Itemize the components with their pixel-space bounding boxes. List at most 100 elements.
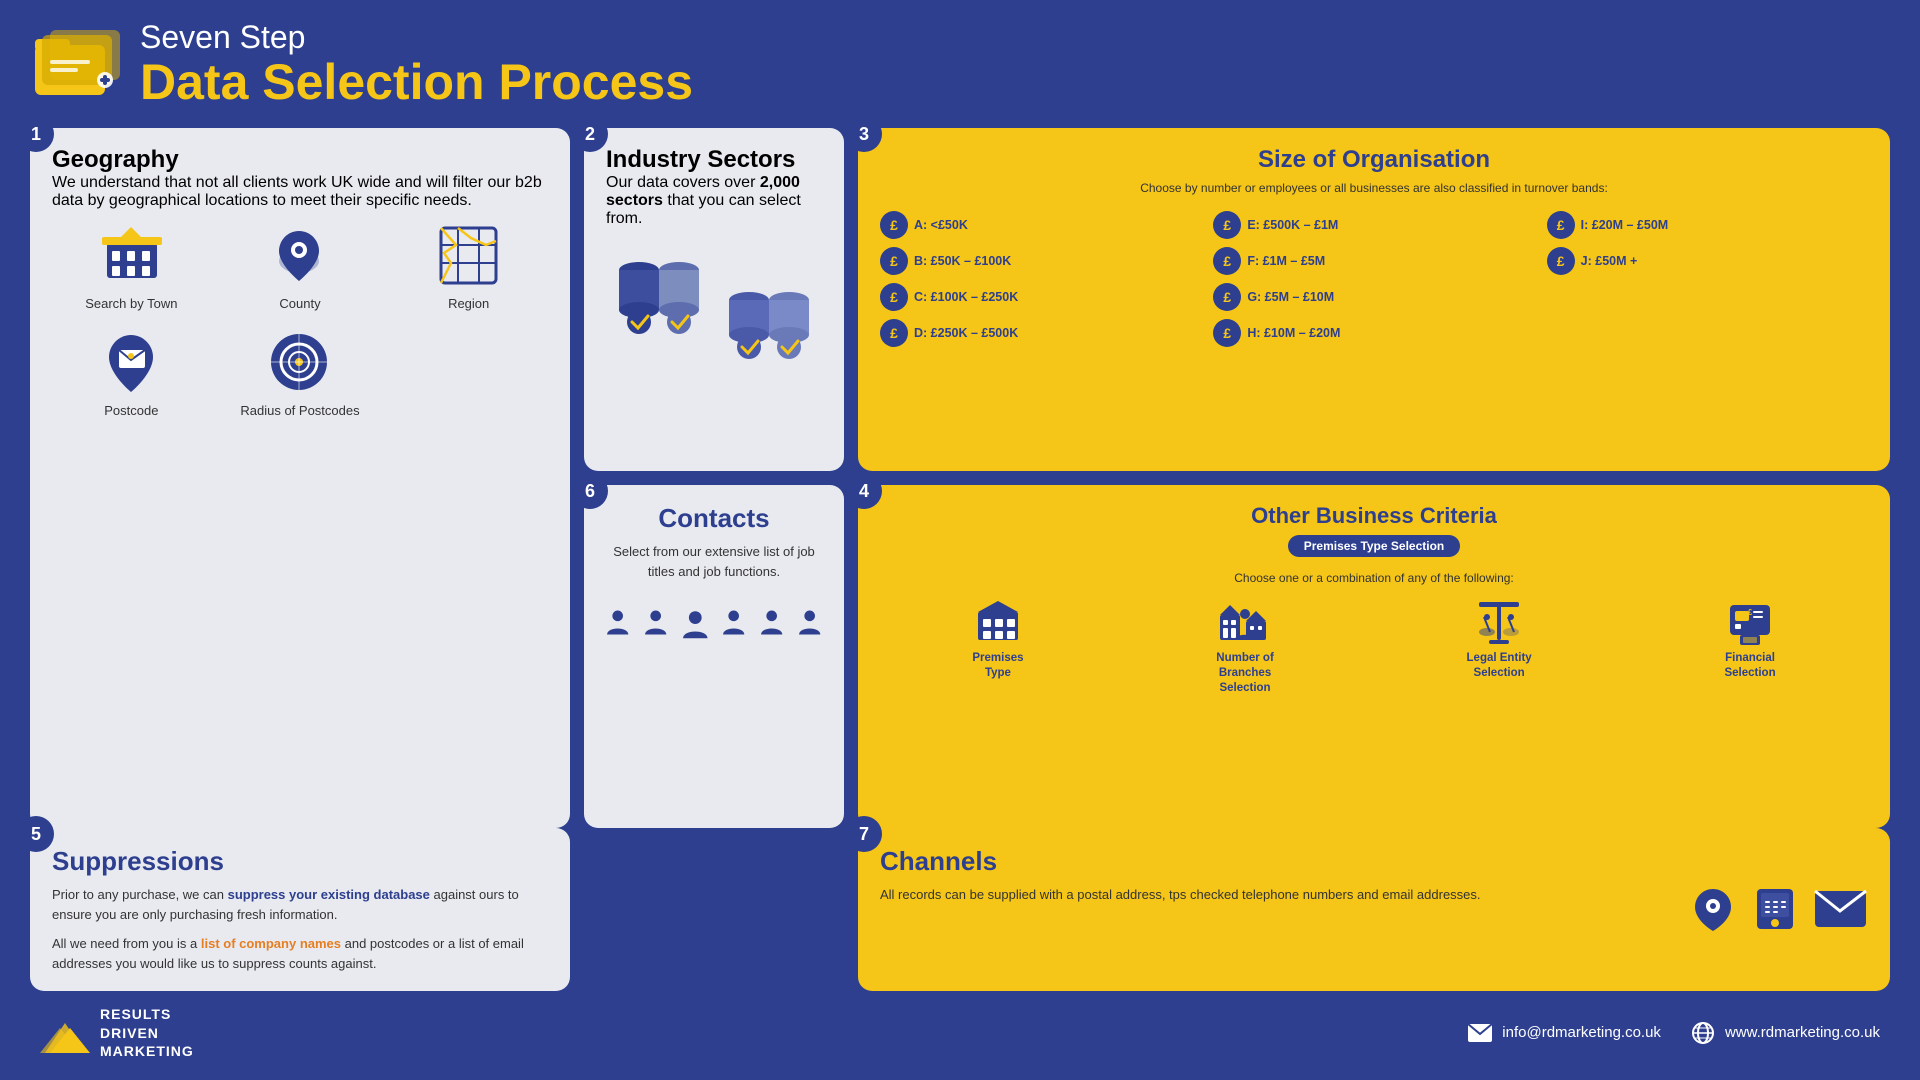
step2-title: Industry Sectors [606,146,822,174]
empty-cell [1547,283,1868,311]
radius-icon [265,327,335,397]
step5-highlight1: suppress your existing database [228,887,430,902]
criteria-premises-label: PremisesType [972,651,1023,681]
footer: RESULTS DRIVEN MARKETING info@rdmarketin… [30,1005,1890,1060]
premises-badge: Premises Type Selection [1288,535,1461,557]
band-c: £ C: £100K – £250K [880,283,1201,311]
header-title: Data Selection Process [140,55,693,110]
criteria-branches: Number ofBranchesSelection [1216,597,1274,696]
location-channel-icon [1689,885,1737,933]
main-container: Seven Step Data Selection Process 1 Geog… [0,0,1920,1080]
radius-label: Radius of Postcodes [240,403,359,418]
criteria-legal-label: Legal EntitySelection [1467,651,1532,681]
postcode-label: Postcode [104,403,158,418]
size-panel: 3 Size of Organisation Choose by number … [858,128,1890,471]
band-h-label: H: £10M – £20M [1247,326,1340,340]
header-subtitle: Seven Step [140,20,693,55]
step5-title: Suppressions [52,846,548,877]
band-h: £ H: £10M – £20M [1213,319,1534,347]
postcode-icon [96,327,166,397]
criteria-branches-label: Number ofBranchesSelection [1216,651,1274,696]
footer-logo-text: RESULTS DRIVEN MARKETING [100,1005,194,1060]
step1-description: We understand that not all clients work … [52,174,548,210]
step5-para1: Prior to any purchase, we can suppress y… [52,885,548,924]
criteria-financial-label: FinancialSelection [1724,651,1775,681]
svg-text:£: £ [1748,608,1753,617]
band-i-label: I: £20M – £50M [1581,218,1669,232]
town-label: Search by Town [85,296,177,311]
band-b-label: B: £50K – £100K [914,254,1011,268]
band-b: £ B: £50K – £100K [880,247,1201,275]
database-icons [606,242,822,372]
county-icon [265,220,335,290]
band-f: £ F: £1M – £5M [1213,247,1534,275]
step5-highlight2: list of company names [201,936,341,951]
suppressions-panel: 5 Suppressions Prior to any purchase, we… [30,828,570,991]
band-e: £ E: £500K – £1M [1213,211,1534,239]
footer-website: www.rdmarketing.co.uk [1691,1021,1880,1045]
channels-panel: 7 Channels All records can be supplied w… [858,828,1890,991]
step3-badge: 3 [846,116,882,152]
contact-icons [606,595,822,655]
town-icon [96,220,166,290]
step3-subtitle: Choose by number or employees or all bus… [880,180,1868,197]
criteria-financial: £ FinancialSelection [1724,597,1775,681]
spacer [584,828,844,991]
header-icon [30,25,120,105]
size-grid: £ A: <£50K £ E: £500K – £1M £ I: £20M – … [880,211,1868,347]
region-icon [434,220,504,290]
footer-globe-icon [1691,1021,1715,1045]
band-c-label: C: £100K – £250K [914,290,1018,304]
geo-county: County [221,220,380,311]
footer-email: info@rdmarketing.co.uk [1468,1024,1661,1042]
step2-description: Our data covers over 2,000 sectors that … [606,174,822,228]
criteria-icons: PremisesType [880,597,1868,696]
step1-badge: 1 [18,116,54,152]
band-a-label: A: <£50K [914,218,968,232]
step2-badge: 2 [572,116,608,152]
geo-radius: Radius of Postcodes [221,327,380,418]
step5-para2: All we need from you is a list of compan… [52,934,548,973]
footer-logo: RESULTS DRIVEN MARKETING [40,1005,194,1060]
band-j-label: J: £50M + [1581,254,1638,268]
band-d-label: D: £250K – £500K [914,326,1018,340]
step4-badge: 4 [846,473,882,509]
main-panels: 1 Geography We understand that not all c… [30,128,1890,828]
band-e-label: E: £500K – £1M [1247,218,1338,232]
channel-icons [1689,885,1868,933]
criteria-panel: 4 Other Business Criteria Premises Type … [858,485,1890,828]
industry-panel: 2 Industry Sectors Our data covers over … [584,128,844,471]
criteria-subtitle: Choose one or a combination of any of th… [880,571,1868,585]
step6-title: Contacts [606,503,822,534]
band-d: £ D: £250K – £500K [880,319,1201,347]
geo-postcode: Postcode [52,327,211,418]
geo-region: Region [389,220,548,311]
bottom-panels: 5 Suppressions Prior to any purchase, we… [30,828,1890,991]
phone-channel-icon [1751,885,1799,933]
region-label: Region [448,296,489,311]
band-j: £ J: £50M + [1547,247,1868,275]
band-g: £ G: £5M – £10M [1213,283,1534,311]
geo-icons-grid: Search by Town County [52,220,548,418]
footer-contact: info@rdmarketing.co.uk www.rdmarketing.c… [1468,1021,1880,1045]
step7-badge: 7 [846,816,882,852]
step6-badge: 6 [572,473,608,509]
step7-title: Channels [880,846,1868,877]
premises-badge-wrapper: Premises Type Selection [880,535,1868,565]
band-f-label: F: £1M – £5M [1247,254,1325,268]
band-i: £ I: £20M – £50M [1547,211,1868,239]
header: Seven Step Data Selection Process [30,20,1890,110]
step7-description: All records can be supplied with a posta… [880,885,1669,905]
footer-email-icon [1468,1024,1492,1042]
step3-title: Size of Organisation [880,146,1868,174]
step5-badge: 5 [18,816,54,852]
geography-panel: 1 Geography We understand that not all c… [30,128,570,828]
criteria-legal: Legal EntitySelection [1467,597,1532,681]
footer-logo-icon [40,1013,90,1053]
step1-title: Geography [52,146,548,174]
step4-title: Other Business Criteria [880,503,1868,529]
step6-description: Select from our extensive list of job ti… [606,542,822,581]
contacts-panel: 6 Contacts Select from our extensive lis… [584,485,844,828]
band-a: £ A: <£50K [880,211,1201,239]
header-text: Seven Step Data Selection Process [140,20,693,110]
